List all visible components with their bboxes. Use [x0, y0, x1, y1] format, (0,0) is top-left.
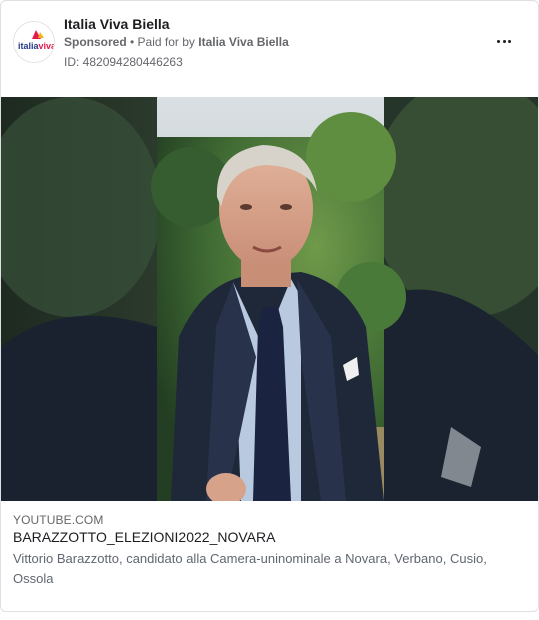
ad-header: italiaviva Italia Viva Biella Sponsored …: [1, 1, 538, 97]
page-name[interactable]: Italia Viva Biella: [64, 16, 170, 32]
link-description: Vittorio Barazzotto, candidato alla Came…: [13, 551, 487, 586]
paid-for-prefix: Paid for by: [137, 35, 199, 49]
more-options-icon[interactable]: [492, 31, 516, 51]
ad-id: ID: 482094280446263: [64, 55, 183, 69]
sponsor-line: Sponsored • Paid for by Italia Viva Biel…: [64, 35, 289, 49]
page-avatar[interactable]: italiaviva: [13, 21, 55, 63]
payer-name[interactable]: Italia Viva Biella: [198, 35, 289, 49]
link-preview[interactable]: YOUTUBE.COM BARAZZOTTO_ELEZIONI2022_NOVA…: [1, 501, 538, 611]
separator: •: [126, 35, 138, 49]
ad-card: italiaviva Italia Viva Biella Sponsored …: [0, 0, 539, 612]
sponsored-label: Sponsored: [64, 35, 127, 49]
video-frame: [1, 97, 538, 501]
italia-viva-logo-icon: italiaviva: [14, 22, 55, 62]
link-domain: YOUTUBE.COM: [13, 513, 104, 527]
video-thumbnail[interactable]: [1, 97, 538, 501]
link-title[interactable]: BARAZZOTTO_ELEZIONI2022_NOVARA: [13, 529, 275, 545]
svg-text:italiaviva: italiaviva: [18, 41, 55, 51]
